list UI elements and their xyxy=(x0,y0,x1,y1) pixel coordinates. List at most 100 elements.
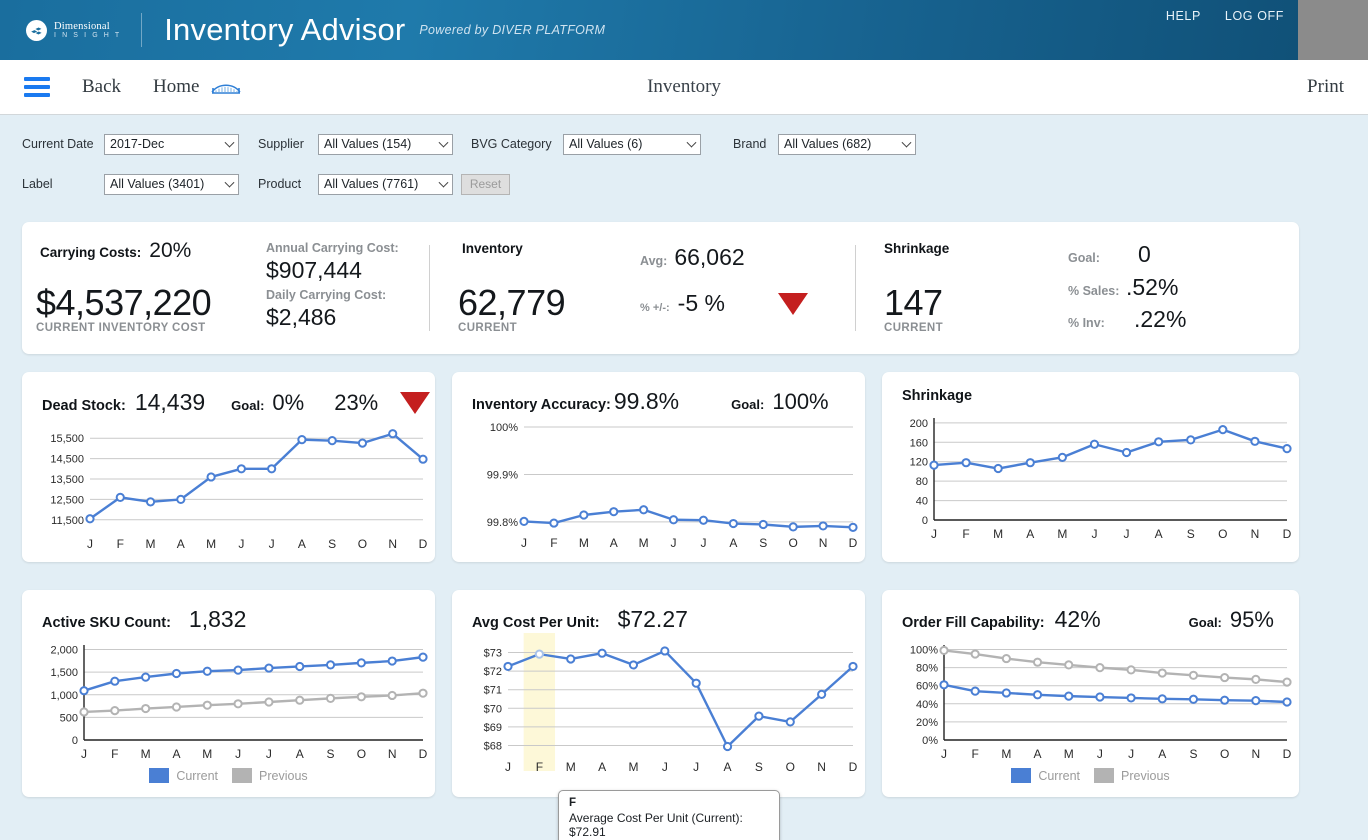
filter-value-label: All Values (3401) xyxy=(110,177,204,191)
menu-icon[interactable] xyxy=(24,77,50,97)
order-fill-capability-plot[interactable]: 0%20%40%60%80%100%JFMAMJJASOND xyxy=(882,633,1299,766)
chart-card-shrinkage-trend: Shrinkage 04080120160200JFMAMJJASOND xyxy=(882,372,1299,562)
svg-text:$70: $70 xyxy=(484,703,502,715)
legend-swatch-previous xyxy=(232,768,252,783)
svg-text:O: O xyxy=(1220,747,1229,761)
shrinkage-pct-sales-value: .52% xyxy=(1126,274,1178,301)
chart-card-dead-stock: Dead Stock: 14,439 Goal: 0% 23% 11,50012… xyxy=(22,372,435,562)
legend-item-previous: Previous xyxy=(232,768,308,783)
svg-text:100%: 100% xyxy=(490,422,518,434)
kpi-inventory-detail: Avg: 66,062 % +/-: -5 % xyxy=(640,222,855,354)
filter-select-bvg-category[interactable]: All Values (6) xyxy=(563,134,701,155)
svg-text:$68: $68 xyxy=(484,741,502,753)
carrying-costs-label: Carrying Costs: xyxy=(40,245,141,260)
svg-text:A: A xyxy=(296,747,304,761)
svg-text:M: M xyxy=(566,760,576,774)
svg-text:F: F xyxy=(536,760,543,774)
back-button[interactable]: Back xyxy=(82,76,121,98)
filter-select-brand[interactable]: All Values (682) xyxy=(778,134,916,155)
svg-text:M: M xyxy=(639,536,649,550)
chart-card-active-sku-count: Active SKU Count: 1,832 05001,0001,5002,… xyxy=(22,590,435,797)
avg-cost-per-unit-value: $72.27 xyxy=(618,606,688,633)
tooltip-text: Average Cost Per Unit (Current): $72.91 xyxy=(569,811,770,839)
svg-text:J: J xyxy=(1097,747,1103,761)
svg-text:12,500: 12,500 xyxy=(50,494,84,506)
inventory-delta-label: % +/-: xyxy=(640,302,670,314)
print-button[interactable]: Print xyxy=(1307,76,1344,98)
chevron-down-icon xyxy=(439,178,449,188)
svg-text:A: A xyxy=(298,537,306,551)
svg-text:J: J xyxy=(521,536,527,550)
inventory-accuracy-title: Inventory Accuracy: xyxy=(472,397,611,413)
chevron-down-icon xyxy=(225,178,235,188)
svg-text:F: F xyxy=(972,747,979,761)
app-title: Inventory Advisor xyxy=(164,12,405,48)
legend-swatch-current xyxy=(1011,768,1031,783)
filter-row-2: Label All Values (3401) Product All Valu… xyxy=(22,169,1368,199)
inventory-label: Inventory xyxy=(462,241,523,256)
tooltip-month: F xyxy=(569,797,770,809)
filter-select-product[interactable]: All Values (7761) xyxy=(318,174,453,195)
svg-text:M: M xyxy=(206,537,216,551)
active-sku-count-svg: 05001,0001,5002,000JFMAMJJASOND xyxy=(22,633,435,766)
kpi-carrying-costs: Carrying Costs: 20% $4,537,220 CURRENT I… xyxy=(22,222,244,354)
svg-text:N: N xyxy=(388,537,397,551)
svg-text:J: J xyxy=(671,536,677,550)
chart-card-avg-cost-per-unit: Avg Cost Per Unit: $72.27 $68$69$70$71$7… xyxy=(452,590,865,797)
shrinkage-trend-title: Shrinkage xyxy=(902,388,972,404)
inventory-current-value: 62,779 xyxy=(458,282,565,324)
chevron-down-icon xyxy=(439,138,449,148)
active-sku-count-title: Active SKU Count: xyxy=(42,615,171,631)
inventory-accuracy-plot[interactable]: 99.8%99.9%100%JFMAMJJASOND xyxy=(452,415,865,555)
kpi-carrying-detail: Annual Carrying Cost: $907,444 Daily Car… xyxy=(244,222,429,354)
chart-tooltip: F Average Cost Per Unit (Current): $72.9… xyxy=(558,790,780,840)
chevron-down-icon xyxy=(687,138,697,148)
svg-text:D: D xyxy=(849,536,858,550)
svg-text:J: J xyxy=(87,537,93,551)
current-inventory-cost-caption: CURRENT INVENTORY COST xyxy=(36,322,211,334)
dead-stock-plot[interactable]: 11,50012,50013,50014,50015,500JFMAMJJASO… xyxy=(22,416,435,556)
svg-text:40: 40 xyxy=(916,496,928,508)
order-fill-goal-label: Goal: xyxy=(1189,615,1222,630)
filter-select-label[interactable]: All Values (3401) xyxy=(104,174,239,195)
shrinkage-goal-value: 0 xyxy=(1138,241,1151,268)
shrinkage-trend-plot[interactable]: 04080120160200JFMAMJJASOND xyxy=(882,404,1299,546)
svg-text:60%: 60% xyxy=(916,681,938,693)
logo-text-line2: I N S I G H T xyxy=(54,32,121,39)
svg-text:80%: 80% xyxy=(916,663,938,675)
svg-text:N: N xyxy=(1251,747,1260,761)
avg-cost-per-unit-plot[interactable]: $68$69$70$71$72$73JFMAMJJASOND xyxy=(452,633,865,779)
annual-carrying-cost-value: $907,444 xyxy=(266,257,399,284)
shrinkage-label: Shrinkage xyxy=(884,241,949,256)
filter-label-brand: Brand xyxy=(733,137,778,151)
legend-swatch-previous xyxy=(1094,768,1114,783)
log-off-link[interactable]: LOG OFF xyxy=(1225,9,1284,23)
chart-card-order-fill-capability: Order Fill Capability: 42% Goal: 95% 0%2… xyxy=(882,590,1299,797)
kpi-summary-panel: Carrying Costs: 20% $4,537,220 CURRENT I… xyxy=(22,222,1299,354)
active-sku-count-plot[interactable]: 05001,0001,5002,000JFMAMJJASOND xyxy=(22,633,435,766)
reset-button[interactable]: Reset xyxy=(461,174,510,195)
avg-cost-per-unit-title: Avg Cost Per Unit: xyxy=(472,615,600,631)
svg-text:D: D xyxy=(419,537,428,551)
help-link[interactable]: HELP xyxy=(1166,9,1201,23)
filter-select-current-date[interactable]: 2017-Dec xyxy=(104,134,239,155)
daily-carrying-cost-label: Daily Carrying Cost: xyxy=(266,288,399,302)
home-button[interactable]: Home xyxy=(153,76,199,98)
filter-bar: Current Date 2017-Dec Supplier All Value… xyxy=(0,115,1368,219)
svg-text:F: F xyxy=(962,527,969,541)
filter-label-product: Product xyxy=(258,177,318,191)
bridge-icon[interactable] xyxy=(211,78,241,96)
svg-text:$72: $72 xyxy=(484,666,502,678)
logo-text-line1: Dimensional xyxy=(54,21,121,32)
svg-text:14,500: 14,500 xyxy=(50,454,84,466)
svg-text:M: M xyxy=(146,537,156,551)
filter-value-current-date: 2017-Dec xyxy=(110,137,164,151)
legend-item-previous: Previous xyxy=(1094,768,1170,783)
inventory-avg-label: Avg: xyxy=(640,254,667,268)
svg-text:160: 160 xyxy=(910,437,928,449)
svg-text:A: A xyxy=(598,760,606,774)
filter-select-supplier[interactable]: All Values (154) xyxy=(318,134,453,155)
legend-item-current: Current xyxy=(149,768,218,783)
svg-text:J: J xyxy=(81,747,87,761)
inventory-accuracy-svg: 99.8%99.9%100%JFMAMJJASOND xyxy=(452,415,865,555)
